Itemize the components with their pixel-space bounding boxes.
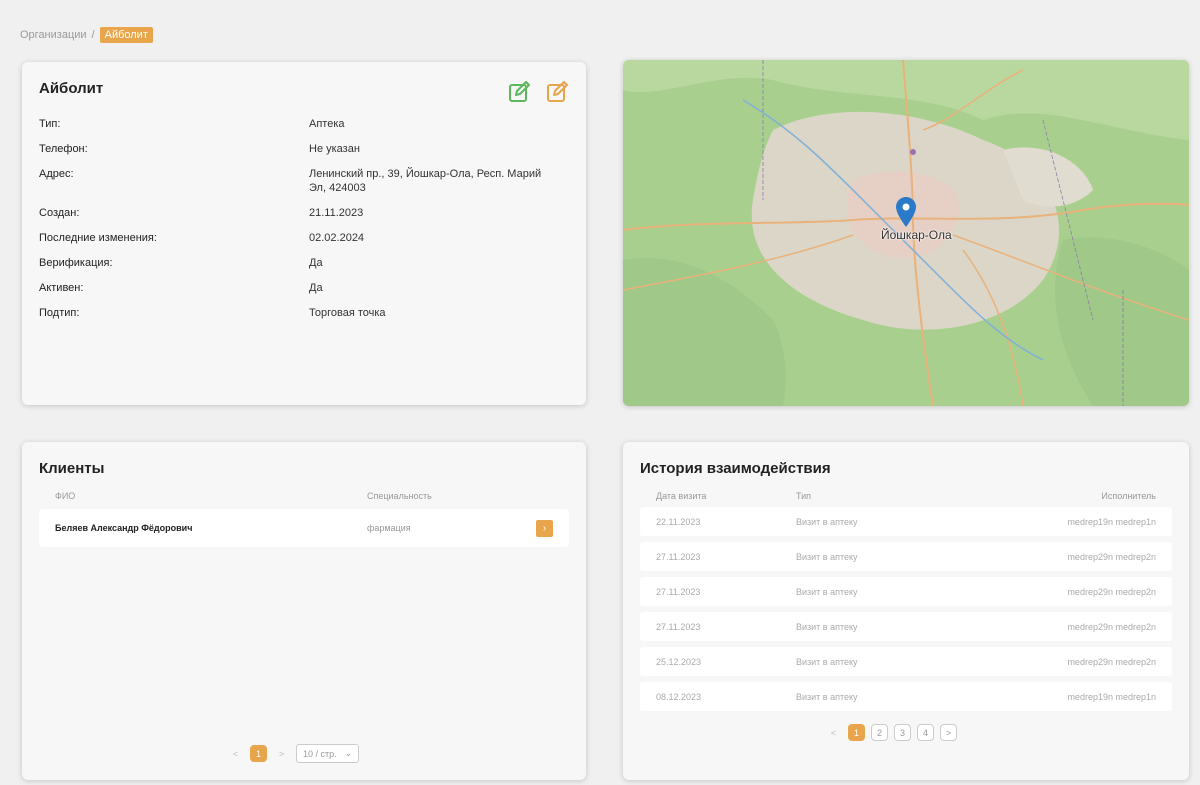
visit-user: medrep29n medrep2n xyxy=(1067,656,1156,667)
table-row[interactable]: 27.11.2023 Визит в аптеку medrep29n medr… xyxy=(640,612,1172,641)
info-key: Адрес: xyxy=(39,168,74,180)
open-client-button[interactable]: › xyxy=(536,519,553,537)
visit-date: 27.11.2023 xyxy=(656,551,701,562)
clients-card: Клиенты ФИО Специальность Беляев Алексан… xyxy=(22,442,586,780)
clients-table-header: ФИО Специальность xyxy=(39,491,569,501)
table-row[interactable]: 27.11.2023 Визит в аптеку medrep29n medr… xyxy=(640,577,1172,606)
edit-icon[interactable] xyxy=(507,80,531,104)
map[interactable]: Йошкар-Ола xyxy=(623,60,1189,406)
visit-user: medrep29n medrep2n xyxy=(1067,586,1156,597)
page-size-value: 10 / стр. xyxy=(303,748,337,759)
visit-type: Визит в аптеку xyxy=(796,551,858,562)
info-key: Активен: xyxy=(39,282,84,294)
history-title: История взаимодействия xyxy=(640,460,831,477)
visit-type: Визит в аптеку xyxy=(796,621,858,632)
info-value: 21.11.2023 xyxy=(309,207,364,219)
info-value: Аптека xyxy=(309,118,345,130)
clients-title: Клиенты xyxy=(39,460,105,477)
organization-info-card: Айболит Тип: Аптека Телефон: Не указан А… xyxy=(22,62,586,405)
page-button[interactable]: 1 xyxy=(250,745,267,762)
prev-page-button[interactable]: < xyxy=(227,745,244,762)
breadcrumb-parent-link[interactable]: Организации xyxy=(20,29,87,41)
table-row[interactable]: 27.11.2023 Визит в аптеку medrep29n medr… xyxy=(640,542,1172,571)
page-button[interactable]: 3 xyxy=(894,724,911,741)
map-city-label: Йошкар-Ола xyxy=(881,228,952,242)
table-row[interactable]: 25.12.2023 Визит в аптеку medrep29n medr… xyxy=(640,647,1172,676)
page-size-select[interactable]: 10 / стр. ⌄ xyxy=(296,744,360,763)
column-header-specialty[interactable]: Специальность xyxy=(367,491,527,501)
info-key: Тип: xyxy=(39,118,61,130)
info-value: Ленинский пр., 39, Йошкар-Ола, Респ. Мар… xyxy=(309,168,542,194)
info-value: Не указан xyxy=(309,143,360,155)
info-value: Торговая точка xyxy=(309,307,386,319)
client-specialty: фармация xyxy=(367,523,411,533)
table-row[interactable]: Беляев Александр Фёдорович фармация › xyxy=(39,509,569,547)
clients-pagination: < 1 > 10 / стр. ⌄ xyxy=(227,744,360,763)
arrow-right-icon: › xyxy=(542,522,547,534)
chevron-down-icon: ⌄ xyxy=(344,748,353,758)
info-row-verification: Верификация: Да xyxy=(39,256,569,270)
breadcrumb-separator: / xyxy=(91,29,95,41)
visit-date: 27.11.2023 xyxy=(656,621,701,632)
column-header-fio[interactable]: ФИО xyxy=(55,491,367,501)
column-header-type[interactable]: Тип xyxy=(796,491,966,501)
prev-page-button[interactable]: < xyxy=(825,724,842,741)
info-value: Да xyxy=(309,257,323,269)
info-value: 02.02.2024 xyxy=(309,232,365,244)
info-key: Создан: xyxy=(39,207,80,219)
info-row-modified: Последние изменения: 02.02.2024 xyxy=(39,231,569,245)
visit-user: medrep19n medrep1n xyxy=(1067,516,1156,527)
visit-type: Визит в аптеку xyxy=(796,656,858,667)
info-key: Подтип: xyxy=(39,307,80,319)
client-name: Беляев Александр Фёдорович xyxy=(55,523,193,533)
info-value: Да xyxy=(309,282,323,294)
page-button[interactable]: 1 xyxy=(848,724,865,741)
interaction-history-card: История взаимодействия Дата визита Тип И… xyxy=(623,442,1189,780)
next-page-button[interactable]: > xyxy=(940,724,957,741)
visit-type: Визит в аптеку xyxy=(796,691,858,702)
visit-date: 27.11.2023 xyxy=(656,586,701,597)
visit-user: medrep19n medrep1n xyxy=(1067,691,1156,702)
visit-type: Визит в аптеку xyxy=(796,516,858,527)
organization-title: Айболит xyxy=(39,80,104,97)
info-row-type: Тип: Аптека xyxy=(39,117,569,131)
info-key: Верификация: xyxy=(39,257,113,269)
edit-actions xyxy=(507,80,569,104)
info-row-subtype: Подтип: Торговая точка xyxy=(39,306,569,320)
page-button[interactable]: 2 xyxy=(871,724,888,741)
info-row-phone: Телефон: Не указан xyxy=(39,142,569,156)
map-pin-icon[interactable] xyxy=(896,197,916,227)
visit-date: 22.11.2023 xyxy=(656,516,701,527)
table-row[interactable]: 22.11.2023 Визит в аптеку medrep19n medr… xyxy=(640,507,1172,536)
breadcrumb: Организации / Айболит xyxy=(20,27,153,43)
breadcrumb-current: Айболит xyxy=(99,27,153,43)
page-button[interactable]: 4 xyxy=(917,724,934,741)
next-page-button[interactable]: > xyxy=(273,745,290,762)
visit-type: Визит в аптеку xyxy=(796,586,858,597)
column-header-user[interactable]: Исполнитель xyxy=(966,491,1156,501)
history-pagination: < 1 2 3 4 > xyxy=(825,724,957,741)
column-header-date[interactable]: Дата визита xyxy=(656,491,796,501)
info-row-created: Создан: 21.11.2023 xyxy=(39,206,569,220)
history-table-header: Дата визита Тип Исполнитель xyxy=(640,491,1172,501)
info-key: Телефон: xyxy=(39,143,88,155)
edit-alt-icon[interactable] xyxy=(545,80,569,104)
visit-user: medrep29n medrep2n xyxy=(1067,551,1156,562)
info-row-address: Адрес: Ленинский пр., 39, Йошкар-Ола, Ре… xyxy=(39,167,569,195)
table-row[interactable]: 08.12.2023 Визит в аптеку medrep19n medr… xyxy=(640,682,1172,711)
info-key: Последние изменения: xyxy=(39,232,157,244)
visit-date: 08.12.2023 xyxy=(656,691,702,702)
visit-date: 25.12.2023 xyxy=(656,656,702,667)
info-table: Тип: Аптека Телефон: Не указан Адрес: Ле… xyxy=(39,117,569,320)
info-row-active: Активен: Да xyxy=(39,281,569,295)
visit-user: medrep29n medrep2n xyxy=(1067,621,1156,632)
